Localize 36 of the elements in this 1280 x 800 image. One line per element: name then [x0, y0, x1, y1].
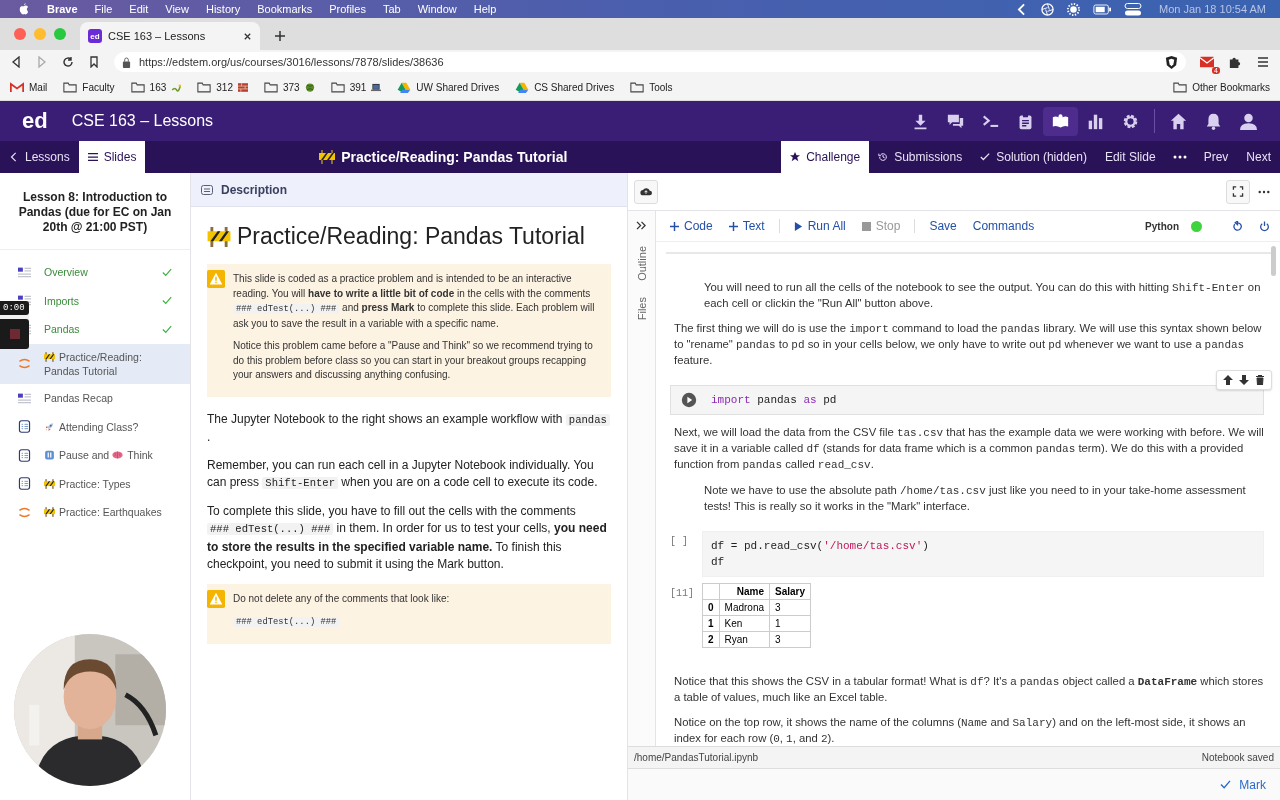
paragraph: Remember, you can run each cell in a Jupyter Notebook individually. You can press Shift-Enter when you are on a code cell to execute its code.	[207, 456, 599, 491]
paragraph: To complete this slide, you have to fill out the cells with the comments ### edTest(...) ### in them. In order for us to test your cells, you need to store the results in the specified variable name. To finish this checkpoint, you need to submit it using the Mark button.	[207, 502, 608, 573]
save-status: Notebook saved	[1201, 752, 1274, 763]
notebook-text: Next, we will load the data from the CSV file tas.csv that has the example data we were working with before. We will save it in a variable called df (stands for data frame which is a common pandas term). We do this with a provided function from pandas called read_csv.	[674, 425, 1264, 473]
table-cell: Ken	[719, 615, 770, 632]
table-cell: 1	[769, 615, 811, 632]
course-title: CSE 163 – Lessons	[71, 112, 214, 130]
paragraph: The Jupyter Notebook to the right shows an example workflow with pandas .	[207, 410, 611, 447]
slide-heading: Practice/Reading: Pandas Tutorial	[237, 223, 585, 250]
notebook-text: The first thing we will do is use the import command to load the pandas library. We will use this syntax shown below to "rename" pandas to pd so in your cells below, we only have to write out pd whenever we want to use a pandas feature.	[674, 321, 1263, 368]
menubar-clock: Mon Jan 18 10:54 AM	[1159, 3, 1266, 15]
row-index: 1	[702, 615, 720, 632]
notebook-text: Note we have to use the absolute path /home/tas.csv just like you need to in your take-home assessment tests! This is really so it works in the "Mark" interface.	[703, 483, 1247, 514]
notebook-text: Notice that this shows the CSV in a tabular format! What is df? It's a pandas object called a DataFrame which stores a table of values, much like an Excel table.	[674, 674, 1264, 705]
column-header: Name	[719, 583, 770, 600]
notebook-path: /home/PandasTutorial.ipynb	[634, 752, 759, 763]
lesson-title: Lesson 8: Introduction to Pandas (due for EC on Jan 20th @ 21:00 PST)	[0, 173, 190, 250]
row-index: 2	[702, 631, 720, 648]
table-cell: Ryan	[719, 631, 770, 648]
callout-text: This slide is coded as a practice problem and is intended to be an interactive reading. You will have to write a little bit of code in the cells with the comments ### edTest(...) ### and press Mark to complete this slide. Each problem will ask you to save the result in a variable with a specific name.	[233, 272, 596, 331]
row-index: 0	[702, 599, 720, 616]
recording-timer: 0:00	[0, 301, 29, 315]
notebook-text: You will need to run all the cells of the notebook to see the output. You can do this with hitting Shift-Enter on each cell or clickin the "Run All" button above.	[703, 280, 1262, 311]
slide-title: Practice/Reading: Pandas Tutorial	[341, 149, 568, 165]
column-header: Salary	[769, 583, 811, 600]
table-cell: Madrona	[719, 599, 770, 616]
callout-text: Notice this problem came before a "Pause and Think" so we recommend trying to do this problem before class so you can start in your breakout groups recapping your answers and discussing anything confusing.	[233, 339, 594, 382]
tab-favicon: ed	[88, 29, 102, 43]
kernel-name: Python	[1145, 220, 1179, 232]
table-cell: 3	[769, 631, 811, 648]
output-prompt: [11]	[670, 587, 695, 601]
callout-text: Do not delete any of the comments that look like:	[233, 591, 451, 606]
table-cell: 3	[769, 599, 811, 616]
callout-text: ### edTest(...) ###	[233, 614, 601, 630]
notebook-text: Notice on the top row, it shows the name of the columns (Name and Salary) and on the left-most side, it shows an index for each row (0, 1, and 2).	[674, 715, 1247, 746]
cell-prompt: [ ]	[670, 535, 689, 547]
